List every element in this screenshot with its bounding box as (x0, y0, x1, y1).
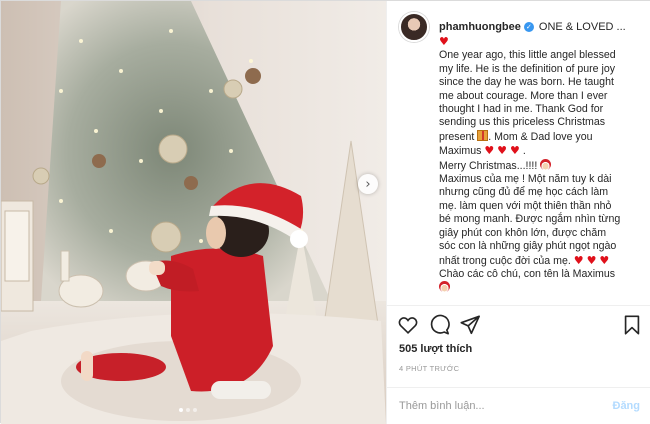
caption-line: thought I had in me. Thank God for (439, 103, 604, 116)
action-bar (397, 314, 644, 338)
heart-emoji-icon: ♥ (573, 253, 584, 267)
post-comment-button[interactable]: Đăng (613, 400, 641, 412)
heart-emoji-icon: ♥ (497, 144, 508, 158)
chevron-right-icon: › (365, 176, 371, 192)
heart-outline-icon[interactable] (397, 314, 419, 336)
santa-emoji-icon (439, 281, 450, 293)
carousel-dot (179, 408, 183, 412)
caption-line: present . Mom & Dad love you (439, 129, 593, 143)
post-side-panel: phamhuongbee ✓ ONE & LOVED ... ♥ One yea… (386, 1, 650, 424)
caption-line: nhưng cũng đủ để mẹ học cách làm (439, 186, 609, 199)
caption-line: One year ago, this little angel blessed (439, 49, 616, 62)
post-modal: › phamhuongbee ✓ ONE & LOVED ... ♥ One y… (0, 0, 650, 424)
comment-icon[interactable] (428, 314, 450, 336)
header-user-block: phamhuongbee ✓ ONE & LOVED ... (439, 21, 626, 33)
caption-line: my life. He is the definition of pure jo… (439, 62, 616, 75)
caption-line: Merry Christmas...!!!! (439, 158, 642, 173)
caption-line: nhất trong cuộc đời của mẹ. ♥ ♥ ♥ (439, 253, 610, 267)
caption-line: giây phút con khôn lớn, được chăm (439, 226, 607, 239)
comment-form: Đăng (387, 388, 650, 424)
heart-emoji-icon: ♥ (439, 35, 449, 48)
post-photo[interactable]: › (1, 1, 386, 424)
verified-icon: ✓ (523, 22, 534, 32)
post-timestamp[interactable]: 4 PHÚT TRƯỚC (399, 364, 459, 373)
bookmark-icon[interactable] (621, 314, 643, 336)
caption-line: Maximus của mẹ ! Một năm tuy k dài (439, 173, 612, 186)
caption-preview: ONE & LOVED ... (538, 21, 626, 33)
heart-emoji-icon: ♥ (484, 144, 495, 158)
christmas-photo-illustration (1, 1, 386, 424)
caption-line: Chào các cô chú, con tên là Maximus (439, 267, 616, 280)
caption-line: sóc con là những giây phút ngọt ngào (439, 240, 617, 253)
caption-line: since the day he was born. He taught (439, 76, 614, 89)
comment-input[interactable] (399, 400, 613, 412)
caption-line: Maximus ♥ ♥ ♥ . (439, 144, 526, 158)
caption-text: ♥ One year ago, this little angel blesse… (439, 35, 642, 301)
heart-emoji-icon: ♥ (599, 253, 610, 267)
caption-line: me about courage. More than I ever (439, 89, 608, 102)
heart-emoji-icon: ♥ (586, 253, 597, 267)
username-link[interactable]: phamhuongbee (439, 21, 521, 33)
carousel-indicator (179, 408, 197, 412)
avatar[interactable] (399, 12, 429, 42)
carousel-dot (193, 408, 197, 412)
caption-line: bé mong manh. Được ngắm nhìn từng (439, 213, 621, 226)
next-photo-button[interactable]: › (358, 174, 378, 194)
like-count[interactable]: 505 lượt thích (399, 343, 472, 355)
share-icon[interactable] (459, 314, 481, 336)
caption-line: sending us this priceless Christmas (439, 116, 606, 129)
caption-line: mẹ. làm quen với một thiên thần nhỏ (439, 199, 612, 212)
divider (387, 305, 650, 306)
carousel-dot (186, 408, 190, 412)
santa-emoji-icon (540, 158, 552, 170)
gift-emoji-icon (477, 129, 489, 141)
heart-emoji-icon: ♥ (510, 144, 520, 158)
